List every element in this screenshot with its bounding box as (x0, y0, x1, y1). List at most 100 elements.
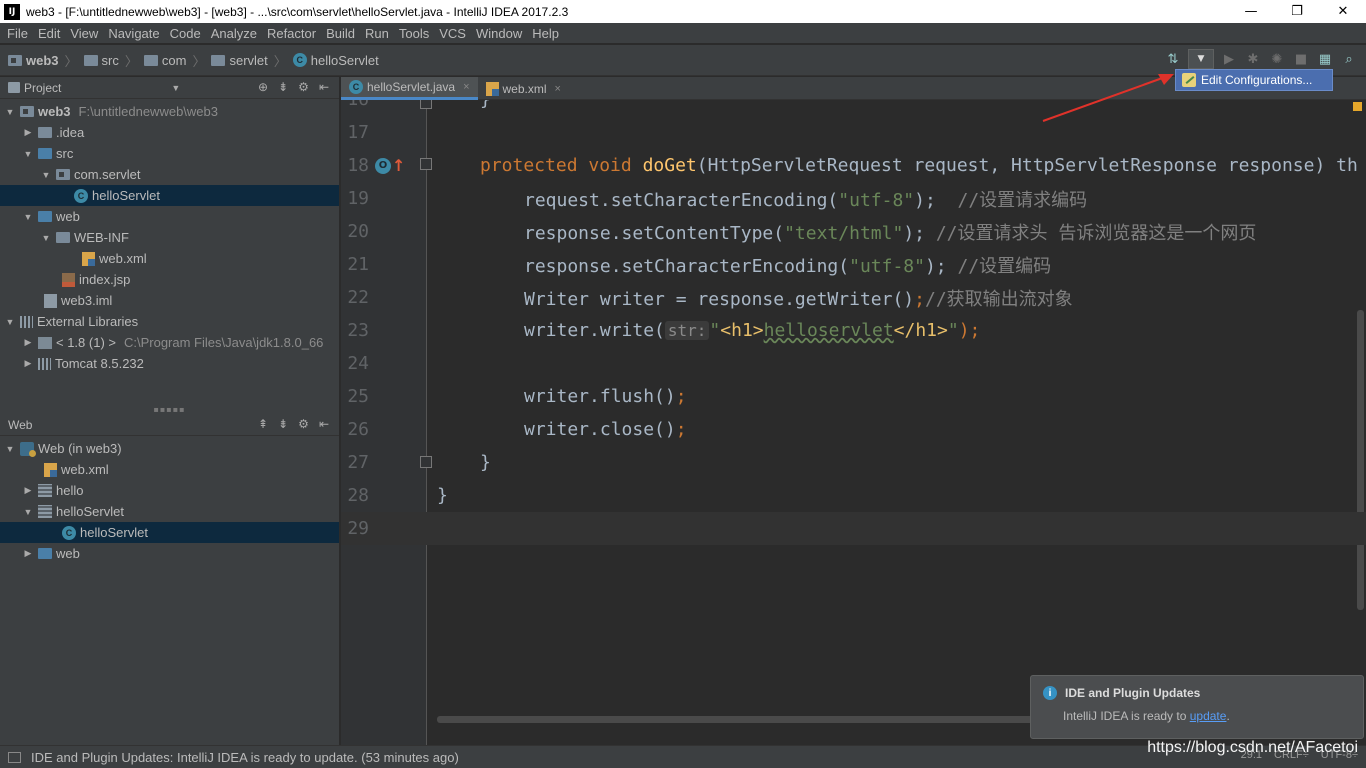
settings-gear-icon[interactable]: ⚙ (298, 80, 309, 94)
breadcrumb-helloservlet[interactable]: helloServlet (311, 53, 379, 68)
close-tab-icon[interactable]: × (463, 81, 469, 93)
breadcrumb-web3[interactable]: web3 (26, 53, 59, 68)
expanded-arrow-icon[interactable]: ▼ (4, 444, 16, 454)
close-tab-icon[interactable]: × (555, 83, 561, 95)
menu-view[interactable]: View (65, 26, 103, 41)
breadcrumb-src[interactable]: src (102, 53, 119, 68)
collapsed-arrow-icon[interactable]: ▶ (22, 485, 34, 496)
web-tree-item-helloservlet-group[interactable]: ▼ helloServlet (0, 501, 339, 522)
fold-marker-icon[interactable] (420, 158, 432, 170)
tree-item-web3-iml[interactable]: web3.iml (0, 290, 339, 311)
update-notification[interactable]: i IDE and Plugin Updates IntelliJ IDEA i… (1030, 675, 1364, 739)
implements-arrow-icon[interactable]: ↑ (392, 156, 405, 175)
line-number: 24 (347, 353, 369, 374)
web-facet-icon (20, 441, 36, 457)
restore-button[interactable]: ❐ (1274, 0, 1320, 23)
chevron-down-icon[interactable]: ▼ (171, 83, 180, 93)
expanded-arrow-icon[interactable]: ▼ (22, 149, 34, 159)
status-message[interactable]: IDE and Plugin Updates: IntelliJ IDEA is… (31, 750, 459, 765)
tree-item-index-jsp[interactable]: index.jsp (0, 269, 339, 290)
settings-gear-icon[interactable]: ⚙ (298, 417, 309, 431)
web-tree-item-helloservlet[interactable]: C helloServlet (0, 522, 339, 543)
menu-analyze[interactable]: Analyze (206, 26, 262, 41)
menu-bar: File Edit View Navigate Code Analyze Ref… (0, 23, 1366, 44)
tree-item-label: web (56, 209, 80, 224)
menu-edit[interactable]: Edit (33, 26, 65, 41)
expand-all-icon[interactable]: ⇞ (258, 417, 268, 431)
expanded-arrow-icon[interactable]: ▼ (40, 170, 52, 180)
tree-item-label: src (56, 146, 74, 161)
debug-icon[interactable]: ✱ (1244, 50, 1262, 68)
menu-tools[interactable]: Tools (394, 26, 434, 41)
web-tree-item-web[interactable]: ▶ web (0, 543, 339, 564)
tree-item-web-xml[interactable]: web.xml (0, 248, 339, 269)
web-panel-title: Web (8, 417, 33, 432)
collapsed-arrow-icon[interactable]: ▶ (22, 548, 34, 559)
collapse-all-icon[interactable]: ⇟ (278, 417, 288, 431)
minimize-button[interactable]: — (1228, 0, 1274, 23)
project-structure-icon[interactable]: ▦ (1316, 50, 1334, 68)
collapse-all-icon[interactable]: ⇟ (278, 80, 288, 94)
line-number: 28 (347, 485, 369, 506)
build-icon[interactable]: ⇅ (1164, 50, 1182, 68)
tree-item-web[interactable]: ▼ web (0, 206, 339, 227)
close-window-button[interactable]: ✕ (1320, 0, 1366, 23)
tree-item-web3[interactable]: ▼ web3 F:\untitlednewweb\web3 (0, 101, 339, 122)
breadcrumb-separator: 〉 (64, 53, 78, 69)
fold-marker-icon[interactable] (420, 456, 432, 468)
tree-item-idea[interactable]: ▶ .idea (0, 122, 339, 143)
tab-helloservlet-java[interactable]: C helloServlet.java × (341, 77, 478, 100)
override-icon[interactable]: O (375, 157, 391, 174)
collapsed-arrow-icon[interactable]: ▶ (22, 127, 34, 138)
menu-vcs[interactable]: VCS (434, 26, 471, 41)
update-link[interactable]: update (1190, 709, 1227, 723)
expanded-arrow-icon[interactable]: ▼ (22, 507, 34, 517)
tool-windows-icon[interactable] (8, 751, 21, 763)
run-config-dropdown[interactable]: ▼ (1188, 49, 1214, 69)
run-icon[interactable]: ▶ (1220, 50, 1238, 68)
web-tree-item-web-xml[interactable]: web.xml (0, 459, 339, 480)
tree-item-web-inf[interactable]: ▼ WEB-INF (0, 227, 339, 248)
tree-item-external-libraries[interactable]: ▼ External Libraries (0, 311, 339, 332)
menu-code[interactable]: Code (165, 26, 206, 41)
menu-file[interactable]: File (2, 26, 33, 41)
breadcrumb-com[interactable]: com (162, 53, 187, 68)
breadcrumb-servlet[interactable]: servlet (229, 53, 267, 68)
expanded-arrow-icon[interactable]: ▼ (22, 212, 34, 222)
code-editor[interactable]: 16 } 17 18 O ↑ protected void doGet(Http… (341, 100, 1366, 745)
notification-message: IntelliJ IDEA is ready to update. (1063, 709, 1230, 723)
stop-icon[interactable]: ■ (1292, 50, 1310, 68)
panel-splitter[interactable]: ▪▪▪▪▪ (0, 405, 339, 414)
collapsed-arrow-icon[interactable]: ▶ (22, 337, 34, 348)
info-icon: i (1043, 686, 1057, 700)
expanded-arrow-icon[interactable]: ▼ (4, 317, 16, 327)
menu-help[interactable]: Help (527, 26, 564, 41)
hide-panel-icon[interactable]: ⇤ (319, 80, 329, 94)
web-tree-item-hello[interactable]: ▶ hello (0, 480, 339, 501)
tree-item-label: WEB-INF (74, 230, 129, 245)
hide-panel-icon[interactable]: ⇤ (319, 417, 329, 431)
expanded-arrow-icon[interactable]: ▼ (40, 233, 52, 243)
expanded-arrow-icon[interactable]: ▼ (4, 107, 16, 117)
code-line: 28 } (341, 479, 1366, 512)
line-number: 21 (347, 254, 369, 275)
menu-navigate[interactable]: Navigate (103, 26, 164, 41)
tree-item-jdk[interactable]: ▶ < 1.8 (1) > C:\Program Files\Java\jdk1… (0, 332, 339, 353)
tree-item-com-servlet[interactable]: ▼ com.servlet (0, 164, 339, 185)
web-tree-item-web-in-web3[interactable]: ▼ Web (in web3) (0, 438, 339, 459)
menu-window[interactable]: Window (471, 26, 527, 41)
coverage-icon[interactable]: ✺ (1268, 50, 1286, 68)
project-view-selector[interactable]: Project (24, 81, 61, 95)
collapsed-arrow-icon[interactable]: ▶ (22, 358, 34, 369)
fold-marker-icon[interactable] (420, 100, 432, 109)
tree-item-src[interactable]: ▼ src (0, 143, 339, 164)
menu-build[interactable]: Build (321, 26, 360, 41)
tree-item-tomcat[interactable]: ▶ Tomcat 8.5.232 (0, 353, 339, 374)
edit-configurations-item[interactable]: Edit Configurations... (1175, 69, 1333, 91)
search-icon[interactable]: ⌕ (1340, 50, 1358, 68)
menu-run[interactable]: Run (360, 26, 394, 41)
menu-refactor[interactable]: Refactor (262, 26, 321, 41)
scroll-from-source-icon[interactable]: ⊕ (258, 80, 268, 94)
tree-item-helloservlet[interactable]: C helloServlet (0, 185, 339, 206)
tab-web-xml[interactable]: web.xml × (478, 77, 569, 100)
